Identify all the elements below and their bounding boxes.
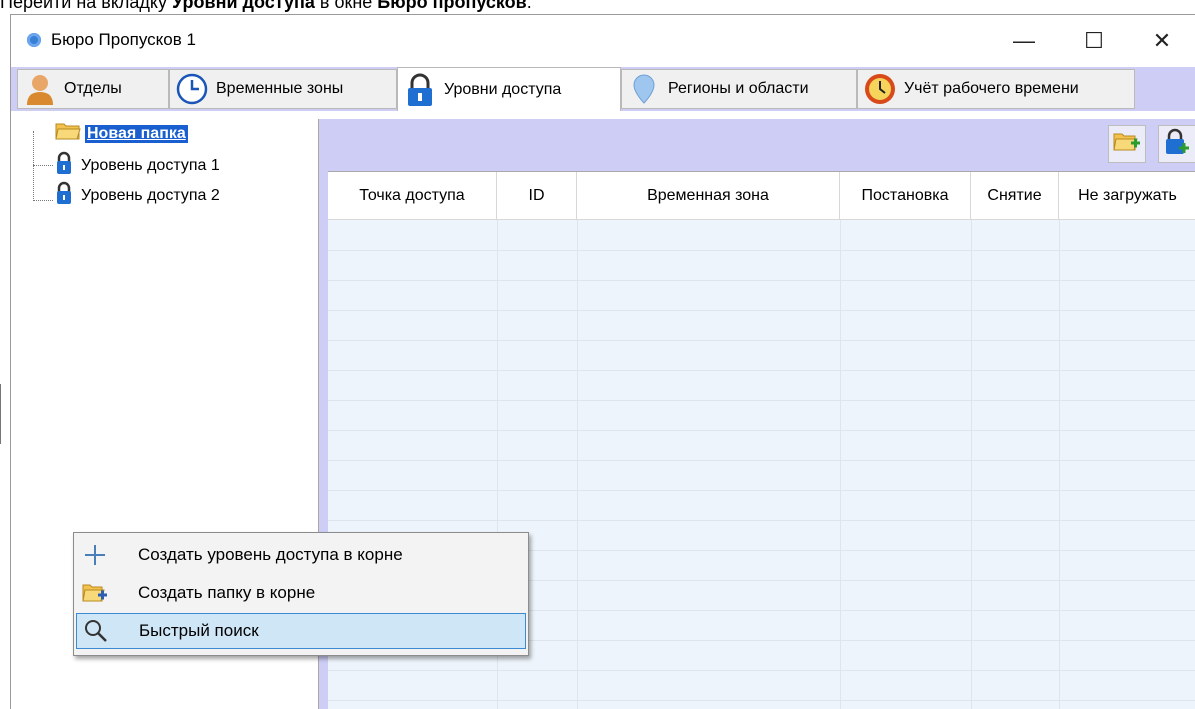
- grid-line: [328, 250, 1195, 251]
- add-lock-icon: [1164, 128, 1190, 161]
- grid-line: [328, 310, 1195, 311]
- grid-line: [328, 430, 1195, 431]
- column-header-id[interactable]: ID: [497, 172, 577, 219]
- left-edge-line: [0, 384, 4, 444]
- window-title: Бюро Пропусков 1: [51, 30, 196, 49]
- menu-item-quick-search[interactable]: Быстрый поиск: [76, 613, 526, 649]
- plus-icon: [80, 540, 110, 570]
- tab-departments[interactable]: Отделы: [17, 69, 169, 109]
- lock-icon: [55, 151, 73, 180]
- grid-line: [328, 340, 1195, 341]
- tree-item-label: Уровень доступа 2: [81, 186, 220, 204]
- tab-time-zones[interactable]: Временные зоны: [169, 69, 397, 109]
- column-header-arming[interactable]: Постановка: [840, 172, 971, 219]
- add-folder-button[interactable]: [1108, 125, 1146, 163]
- menu-item-create-folder-root[interactable]: Создать папку в корне: [76, 575, 526, 611]
- grid-line: [328, 520, 1195, 521]
- alarm-clock-icon: [864, 73, 896, 105]
- tab-access-levels[interactable]: Уровни доступа: [397, 67, 621, 111]
- tab-time-tracking[interactable]: Учёт рабочего времени: [857, 69, 1135, 109]
- add-folder-icon: [1113, 130, 1141, 159]
- clock-icon: [176, 73, 208, 105]
- add-access-level-button[interactable]: [1158, 125, 1195, 163]
- app-icon: [27, 33, 41, 47]
- map-pin-icon: [628, 73, 660, 105]
- add-folder-icon: [80, 578, 110, 608]
- grid-line: [328, 700, 1195, 701]
- minimize-button[interactable]: —: [1001, 21, 1047, 61]
- tree-folder-new[interactable]: Новая папка: [55, 121, 188, 146]
- grid-divider: [1059, 220, 1060, 709]
- tab-regions[interactable]: Регионы и области: [621, 69, 857, 109]
- tab-bar: Отделы Временные зоны Уровни доступа Рег…: [11, 67, 1195, 111]
- panel-toolbar: [328, 119, 1195, 172]
- tab-label: Отделы: [64, 80, 122, 97]
- tree-line: [33, 200, 53, 201]
- menu-item-label: Быстрый поиск: [139, 621, 259, 640]
- grid-line: [328, 490, 1195, 491]
- tree-item-label: Уровень доступа 1: [81, 156, 220, 174]
- tree-folder-label: Новая папка: [85, 124, 188, 143]
- menu-item-label: Создать папку в корне: [138, 583, 316, 602]
- maximize-button[interactable]: ☐: [1071, 21, 1117, 61]
- context-menu: Создать уровень доступа в корне Создать …: [73, 532, 529, 656]
- menu-item-create-access-level-root[interactable]: Создать уровень доступа в корне: [76, 537, 526, 573]
- search-icon: [81, 616, 111, 646]
- grid-divider: [840, 220, 841, 709]
- grid-line: [328, 280, 1195, 281]
- close-button[interactable]: ✕: [1139, 21, 1185, 61]
- tab-label: Регионы и области: [668, 80, 809, 97]
- grid-divider: [971, 220, 972, 709]
- column-header-time-zone[interactable]: Временная зона: [577, 172, 840, 219]
- tab-label: Уровни доступа: [444, 80, 562, 98]
- grid-line: [328, 460, 1195, 461]
- grid-divider: [577, 220, 578, 709]
- tree-line: [33, 131, 34, 201]
- grid-line: [328, 400, 1195, 401]
- tree-item-level-1[interactable]: Уровень доступа 1: [55, 151, 220, 180]
- lock-icon: [404, 73, 436, 106]
- column-header-no-load[interactable]: Не загружать: [1059, 172, 1195, 219]
- instruction-caption: Перейти на вкладку Уровни доступа в окне…: [0, 0, 532, 12]
- tree-line: [33, 165, 53, 166]
- tab-label: Учёт рабочего времени: [904, 80, 1079, 97]
- grid-header: Точка доступа ID Временная зона Постанов…: [328, 172, 1195, 220]
- column-header-access-point[interactable]: Точка доступа: [328, 172, 497, 219]
- grid-line: [328, 370, 1195, 371]
- grid-line: [328, 670, 1195, 671]
- title-bar[interactable]: Бюро Пропусков 1 — ☐ ✕: [11, 15, 1195, 67]
- tree-item-level-2[interactable]: Уровень доступа 2: [55, 181, 220, 210]
- person-icon: [24, 73, 56, 105]
- lock-icon: [55, 181, 73, 210]
- tab-label: Временные зоны: [216, 80, 344, 97]
- folder-icon: [55, 121, 81, 146]
- column-header-disarming[interactable]: Снятие: [971, 172, 1059, 219]
- menu-item-label: Создать уровень доступа в корне: [138, 545, 403, 564]
